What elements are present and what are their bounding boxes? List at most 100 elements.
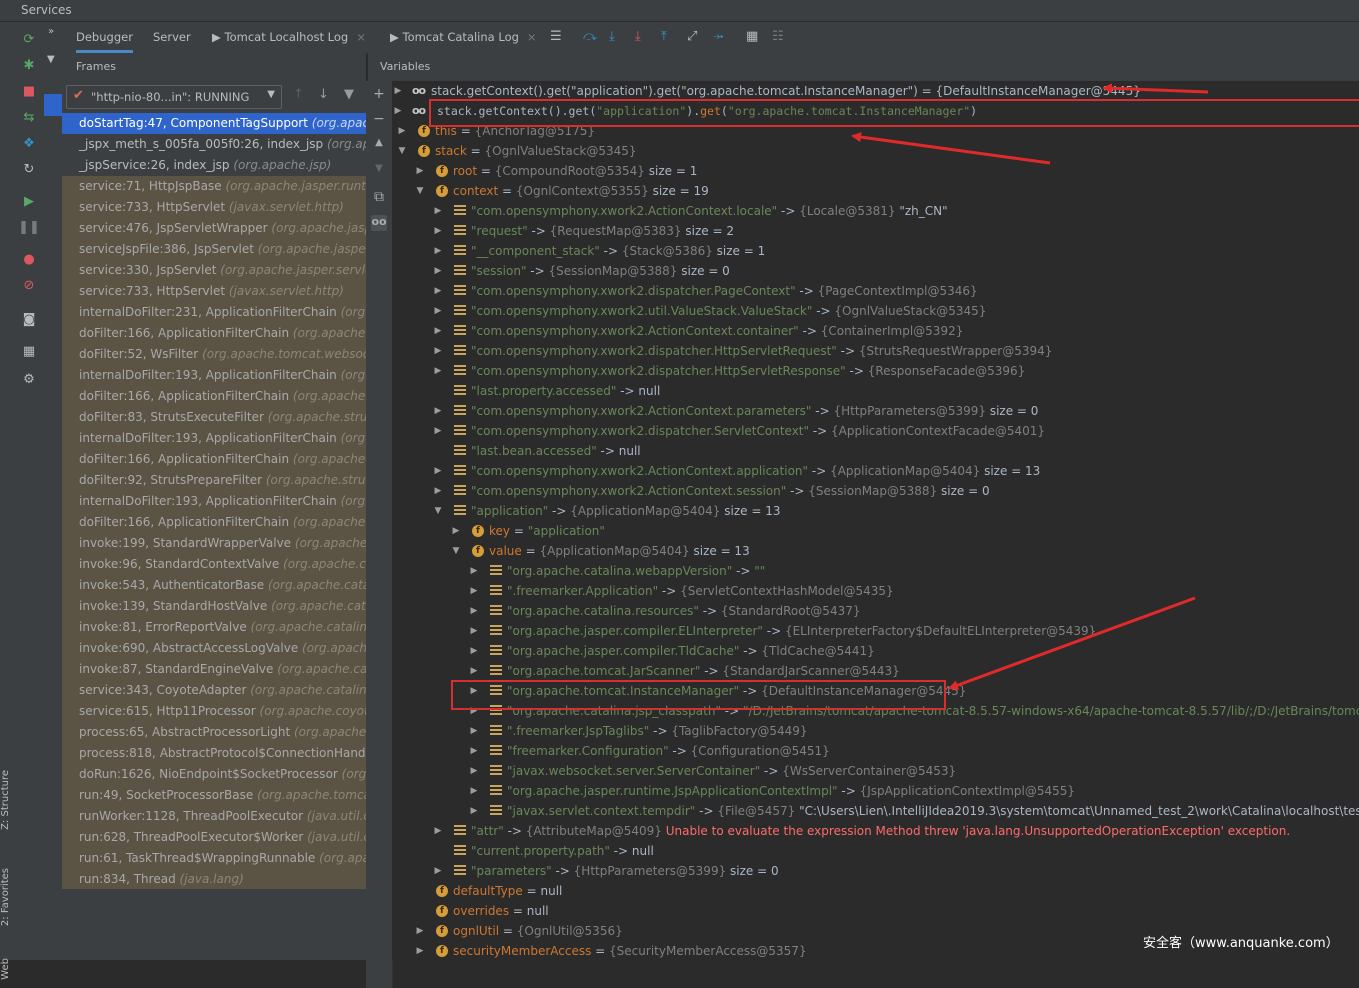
variable-row[interactable]: f defaultType = null [392, 881, 1359, 901]
watches-toggle-icon[interactable]: oo [371, 215, 387, 231]
frame-item[interactable]: doFilter:166, ApplicationFilterChain (or… [62, 323, 366, 344]
view-breakpoints-icon[interactable]: ● [20, 250, 38, 268]
expand-arrow-icon[interactable]: ▶ [468, 581, 480, 601]
frame-item[interactable]: doRun:1626, NioEndpoint$SocketProcessor … [62, 764, 366, 785]
trace-icon[interactable]: ☷ [772, 29, 784, 44]
step-over-icon[interactable]: ⤼ [583, 29, 597, 44]
refresh-icon[interactable]: ↻ [20, 160, 38, 178]
tab-tomcat-localhost-log[interactable]: ▶ Tomcat Localhost Log × [212, 30, 366, 44]
stop-icon[interactable]: ■ [20, 82, 38, 100]
side-tab-structure[interactable]: Z: Structure [0, 770, 16, 830]
expand-arrow-icon[interactable]: ▶ [468, 701, 480, 721]
dropdown-arrow-icon[interactable]: ▼ [47, 54, 55, 65]
copy-icon[interactable]: ⧉ [371, 189, 387, 205]
collapse-arrow-icon[interactable]: ▼ [396, 141, 408, 161]
variable-row[interactable]: ▶ "com.opensymphony.xwork2.util.ValueStac… [392, 301, 1359, 321]
variable-row[interactable]: ▶ "com.opensymphony.xwork2.ActionContext.… [392, 461, 1359, 481]
artifact-icon[interactable]: ❖ [20, 134, 38, 152]
frame-item[interactable]: service:71, HttpJspBase (org.apache.jasp… [62, 176, 366, 197]
arrow-down-icon[interactable]: ↓ [318, 87, 329, 102]
variable-row[interactable]: ▶ "javax.websocket.server.ServerContainer… [392, 761, 1359, 781]
remove-watch-icon[interactable]: − [371, 111, 387, 127]
frame-item[interactable]: process:65, AbstractProcessorLight (org.… [62, 722, 366, 743]
expand-arrow-icon[interactable]: ▶ [432, 361, 444, 381]
variable-row[interactable]: ▶ "com.opensymphony.xwork2.ActionContext.… [392, 481, 1359, 501]
tab-server[interactable]: Server [153, 30, 191, 44]
frame-item[interactable]: service:330, JspServlet (org.apache.jasp… [62, 260, 366, 281]
run-to-cursor-icon[interactable]: ⤞ [713, 29, 723, 44]
variable-row[interactable]: ▶ "org.apache.jasper.compiler.TldCache" -… [392, 641, 1359, 661]
close-icon[interactable]: × [527, 30, 537, 44]
filter-icon[interactable]: ▼ [344, 87, 354, 102]
arrow-up-icon[interactable]: ↑ [293, 87, 304, 102]
frame-item[interactable]: internalDoFilter:231, ApplicationFilterC… [62, 302, 366, 323]
variable-row[interactable]: ▶ "org.apache.catalina.jsp_classpath" -> … [392, 701, 1359, 721]
frame-item[interactable]: doFilter:166, ApplicationFilterChain (or… [62, 512, 366, 533]
mute-breakpoints-icon[interactable]: ⊘ [20, 276, 38, 294]
variable-row[interactable]: ▶ f key = "application" [392, 521, 1359, 541]
thread-selector[interactable]: ✔ "http-nio-80...in": RUNNING ▼ [66, 85, 282, 109]
move-down-icon[interactable]: ▼ [371, 163, 387, 179]
frame-item[interactable]: runWorker:1128, ThreadPoolExecutor (java… [62, 806, 366, 827]
layout-icon[interactable]: ▦ [20, 342, 38, 360]
settings-gear-icon[interactable]: ⚙ [20, 370, 38, 388]
watch-expression-row[interactable]: ▶ oo stack.getContext().get("application… [392, 101, 1359, 121]
variable-row[interactable]: ▼ f context = {OgnlContext@5355} size = 19 [392, 181, 1359, 201]
expand-arrow-icon[interactable]: ▶ [392, 81, 404, 101]
deploy-icon[interactable]: ⇆ [20, 108, 38, 126]
frame-item[interactable]: doStartTag:47, ComponentTagSupport (org.… [62, 113, 366, 134]
frame-item[interactable]: internalDoFilter:193, ApplicationFilterC… [62, 491, 366, 512]
expand-arrow-icon[interactable]: ▶ [414, 921, 426, 941]
variable-row[interactable]: ▶ "org.apache.tomcat.JarScanner" -> {Stan… [392, 661, 1359, 681]
force-step-into-icon[interactable]: ⤓ [635, 29, 641, 44]
frame-item[interactable]: process:818, AbstractProtocol$Connection… [62, 743, 366, 764]
expand-arrow-icon[interactable]: ▶ [432, 861, 444, 881]
pause-icon[interactable]: ❚❚ [18, 218, 40, 236]
expand-arrow-icon[interactable]: ▶ [468, 721, 480, 741]
resume-icon[interactable]: ▶ [20, 192, 38, 210]
variable-row[interactable]: ▶ "session" -> {SessionMap@5388} size = 0 [392, 261, 1359, 281]
variable-row[interactable]: ▶ "com.opensymphony.xwork2.ActionContext.… [392, 401, 1359, 421]
variable-row[interactable]: ▶ "com.opensymphony.xwork2.ActionContext.… [392, 201, 1359, 221]
evaluate-expression-icon[interactable]: ▦ [746, 29, 758, 44]
variable-row[interactable]: ▶ ".freemarker.JspTaglibs" -> {TaglibFact… [392, 721, 1359, 741]
expand-arrow-icon[interactable]: ▶ [432, 421, 444, 441]
expand-arrow-icon[interactable]: ▶ [432, 341, 444, 361]
frame-item[interactable]: doFilter:92, StrutsPrepareFilter (org.ap… [62, 470, 366, 491]
step-out-icon[interactable]: ⤒ [661, 29, 667, 44]
variable-row[interactable]: ▶ ".freemarker.Application" -> {ServletCo… [392, 581, 1359, 601]
frame-item[interactable]: doFilter:83, StrutsExecuteFilter (org.ap… [62, 407, 366, 428]
variable-row[interactable]: ▶ "com.opensymphony.xwork2.dispatcher.Htt… [392, 341, 1359, 361]
expand-arrow-icon[interactable]: ▶ [432, 221, 444, 241]
frame-item[interactable]: run:49, SocketProcessorBase (org.apache.… [62, 785, 366, 806]
variable-row[interactable]: ▶ "freemarker.Configuration" -> {Configur… [392, 741, 1359, 761]
collapse-arrow-icon[interactable]: ▼ [414, 181, 426, 201]
expand-arrow-icon[interactable]: ▶ [468, 761, 480, 781]
side-tab-favorites[interactable]: 2: Favorites [0, 868, 16, 926]
frame-item[interactable]: service:733, HttpServlet (javax.servlet.… [62, 197, 366, 218]
frame-item[interactable]: serviceJspFile:386, JspServlet (org.apac… [62, 239, 366, 260]
variable-row[interactable]: ▶ "parameters" -> {HttpParameters@5399} s… [392, 861, 1359, 881]
variable-row[interactable]: ▶ "com.opensymphony.xwork2.dispatcher.Pag… [392, 281, 1359, 301]
variable-row[interactable]: ▶ "org.apache.jasper.runtime.JspApplicati… [392, 781, 1359, 801]
expand-arrow-icon[interactable]: ▶ [468, 661, 480, 681]
expand-arrow-icon[interactable]: ▶ [414, 941, 426, 960]
frame-item[interactable]: invoke:690, AbstractAccessLogValve (org.… [62, 638, 366, 659]
frame-item[interactable]: _jspService:26, index_jsp (org.apache.js… [62, 155, 366, 176]
expand-arrow-icon[interactable]: ▶ [468, 621, 480, 641]
expand-arrow-icon[interactable]: ▶ [396, 121, 408, 141]
frame-item[interactable]: _jspx_meth_s_005fa_005f0:26, index_jsp (… [62, 134, 366, 155]
variable-row[interactable]: ▶ "com.opensymphony.xwork2.dispatcher.Htt… [392, 361, 1359, 381]
side-tab-web[interactable]: Web [0, 958, 16, 980]
variable-row[interactable]: ▶ "org.apache.jasper.compiler.ELInterpret… [392, 621, 1359, 641]
show-execution-point-icon[interactable]: ☰ [550, 29, 562, 44]
expand-arrow-icon[interactable]: ▶ [450, 521, 462, 541]
frame-item[interactable]: internalDoFilter:193, ApplicationFilterC… [62, 428, 366, 449]
frame-item[interactable]: service:733, HttpServlet (javax.servlet.… [62, 281, 366, 302]
frame-item[interactable]: run:834, Thread (java.lang) [62, 869, 366, 889]
variable-row[interactable]: ▶ "attr" -> {AttributeMap@5409} Unable to… [392, 821, 1359, 841]
variable-row[interactable]: "current.property.path" -> null [392, 841, 1359, 861]
variable-row[interactable]: ▼ "application" -> {ApplicationMap@5404} … [392, 501, 1359, 521]
variable-row[interactable]: "last.bean.accessed" -> null [392, 441, 1359, 461]
variable-row[interactable]: ▶ f this = {AnchorTag@5175} [392, 121, 1359, 141]
